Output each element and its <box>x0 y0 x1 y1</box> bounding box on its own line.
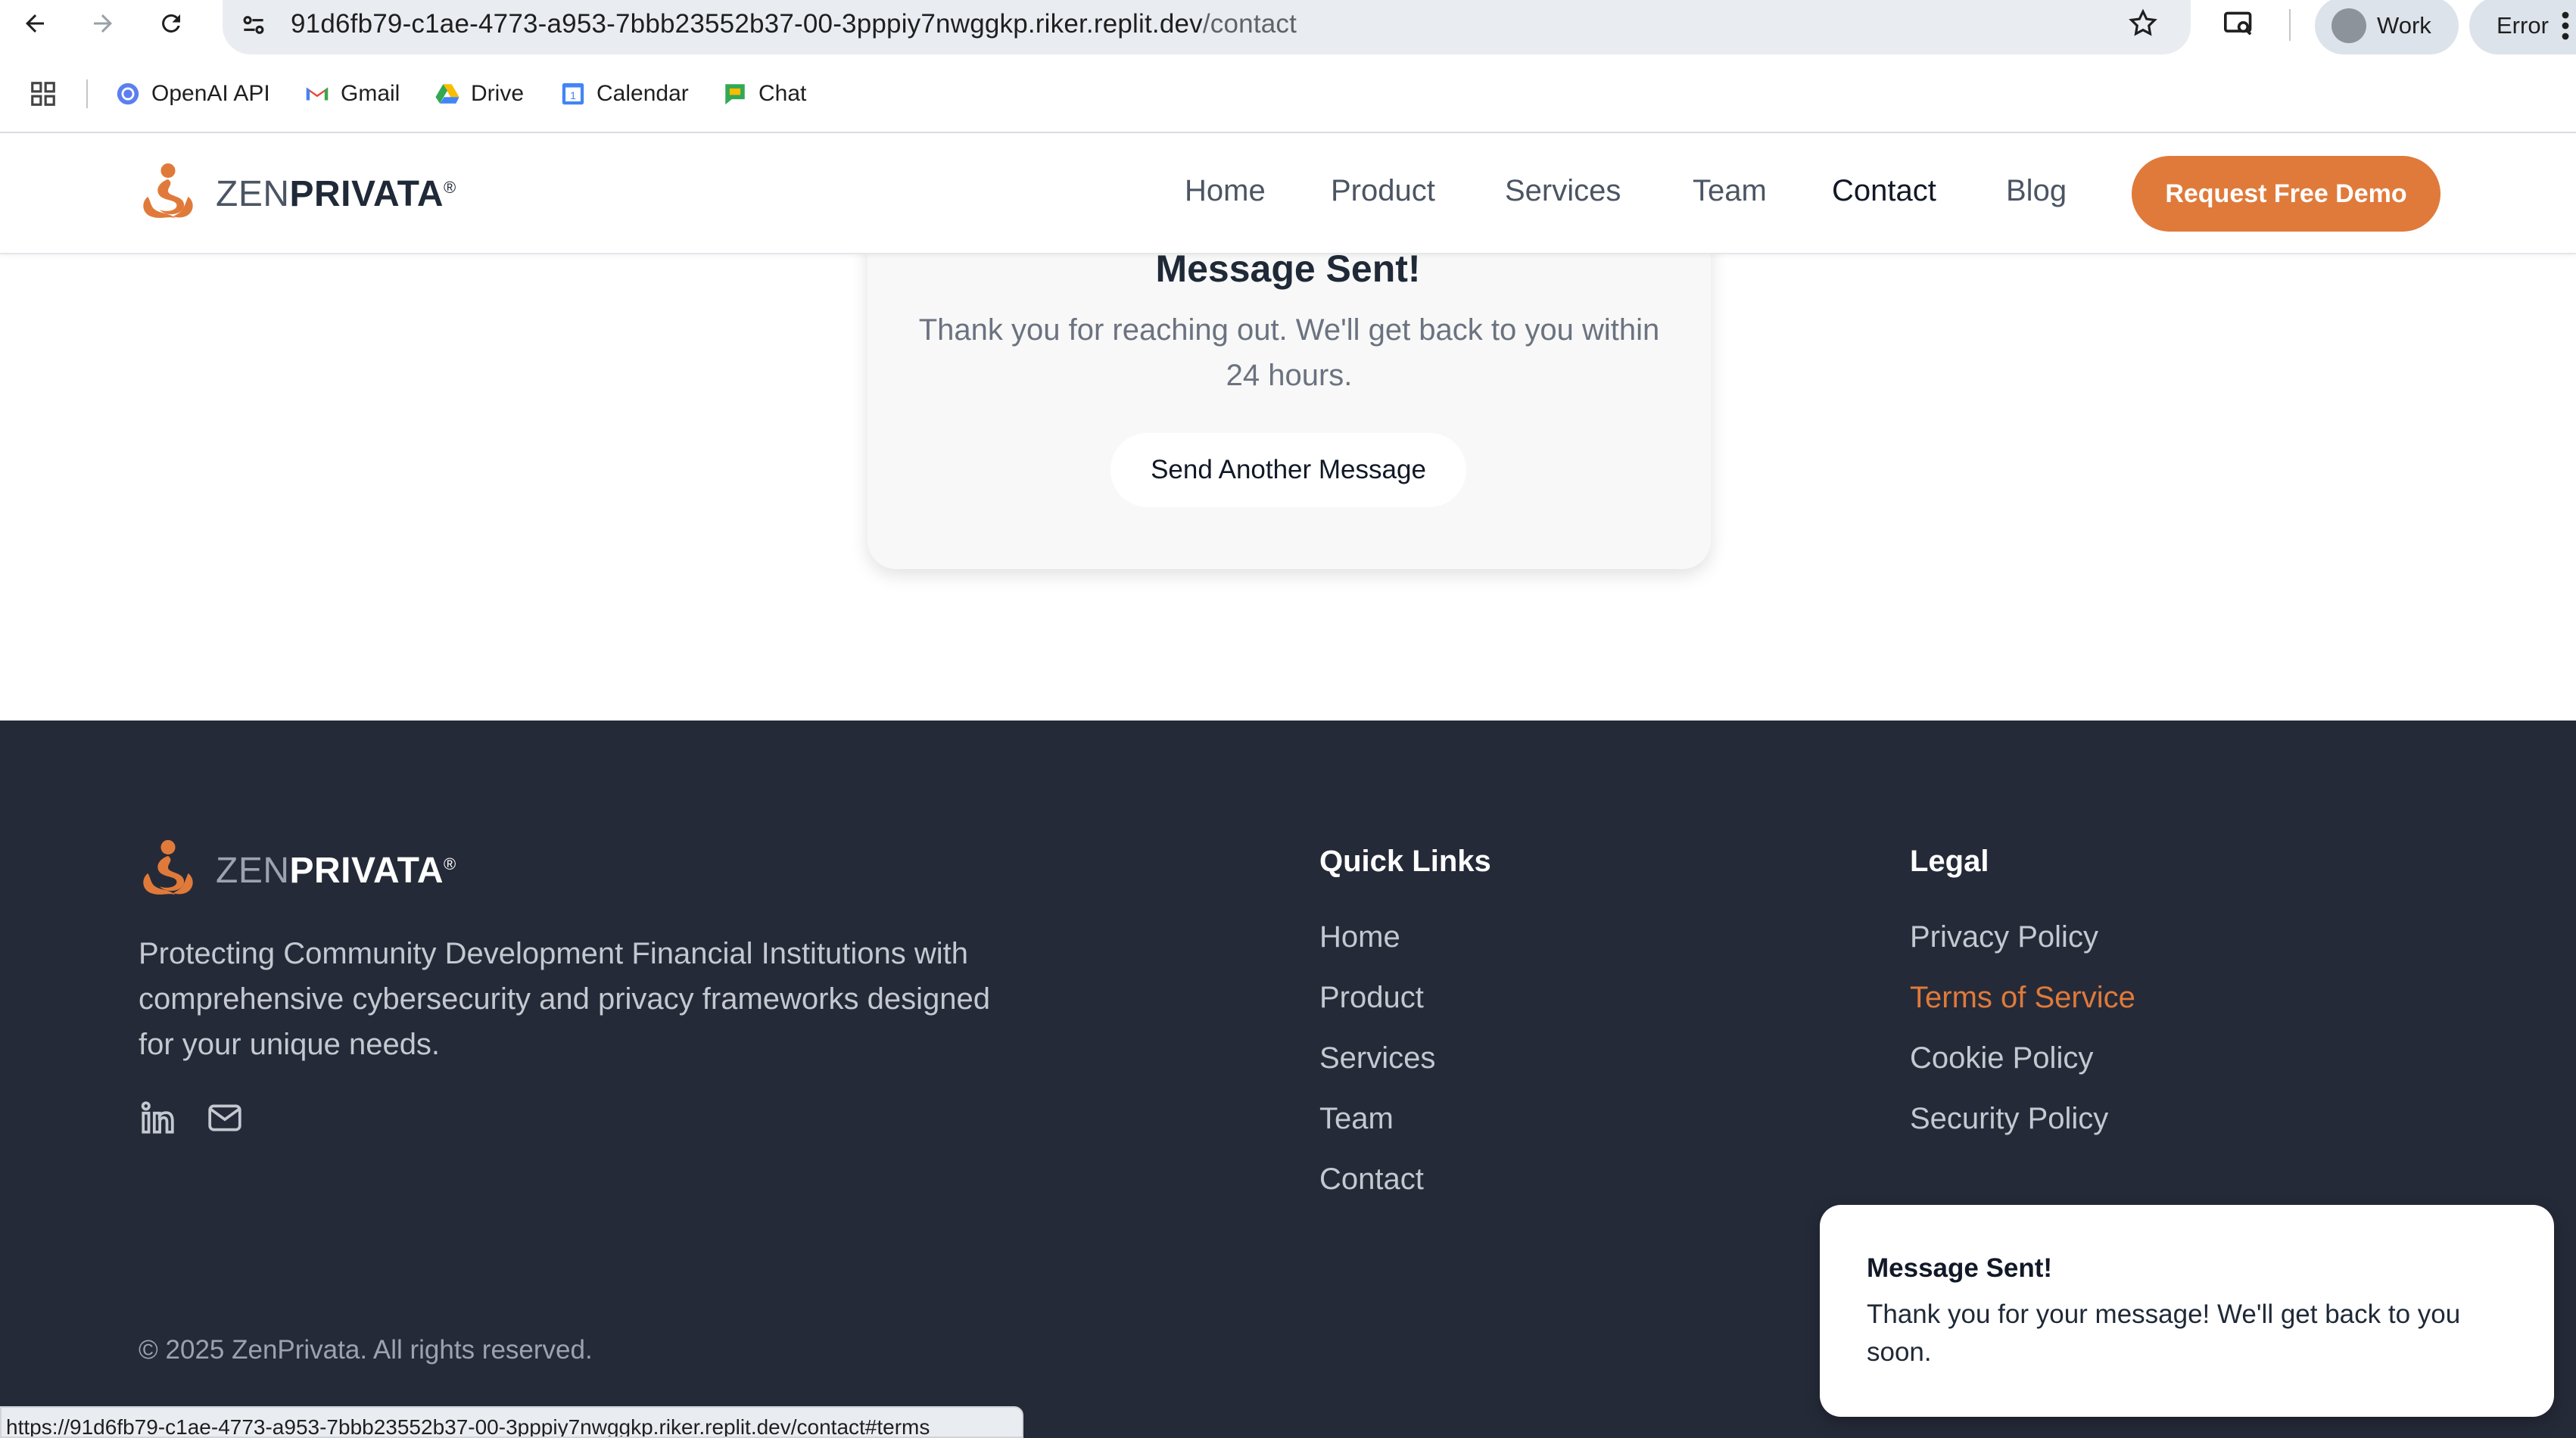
url-text: 91d6fb79-c1ae-4773-a953-7bbb23552b37-00-… <box>291 9 1297 39</box>
footer-link-security-policy[interactable]: Security Policy <box>1910 1102 2108 1136</box>
profile-label: Work <box>2377 12 2431 39</box>
brand-privata: PRIVATA <box>289 850 444 891</box>
footer-logo[interactable]: ZENPRIVATA® <box>139 839 456 902</box>
forward-arrow-icon <box>94 14 112 33</box>
avatar <box>2331 8 2366 43</box>
bookmark-star-icon[interactable] <box>2127 8 2159 39</box>
toast-notification[interactable]: Message Sent! Thank you for your message… <box>1820 1205 2554 1417</box>
copyright-text: © 2025 ZenPrivata. All rights reserved. <box>139 1335 593 1365</box>
nav-contact[interactable]: Contact <box>1832 174 1936 208</box>
footer-link-contact[interactable]: Contact <box>1319 1163 1424 1197</box>
toast-title: Message Sent! <box>1867 1253 2053 1283</box>
brand-privata: PRIVATA <box>289 173 444 214</box>
gmail-icon <box>306 87 329 101</box>
drive-icon <box>435 84 459 104</box>
chat-icon <box>725 84 745 105</box>
lotus-logo-icon <box>143 163 193 219</box>
footer-link-cookie-policy[interactable]: Cookie Policy <box>1910 1041 2093 1075</box>
brand-wordmark: ZENPRIVATA® <box>216 173 456 215</box>
legal-heading: Legal <box>1910 845 1989 878</box>
brand-reg: ® <box>444 177 456 197</box>
bookmarks-bar: OpenAI API Gmail Drive 1 Calendar Chat <box>0 70 2576 116</box>
calendar-icon: 1 <box>562 82 584 105</box>
bookmark-calendar[interactable]: 1 Calendar <box>560 78 689 110</box>
brand-zen: ZEN <box>216 173 290 214</box>
forward-button[interactable] <box>86 7 120 40</box>
reload-button[interactable] <box>154 7 188 40</box>
back-arrow-icon <box>26 14 44 33</box>
bookmark-label: Calendar <box>596 81 689 106</box>
bookmark-label: Gmail <box>341 81 400 106</box>
header-logo[interactable]: ZENPRIVATA® <box>139 162 456 226</box>
error-chip[interactable]: Error <box>2469 0 2576 54</box>
browser-toolbar: 91d6fb79-c1ae-4773-a953-7bbb23552b37-00-… <box>0 0 2576 54</box>
footer-link-terms-of-service[interactable]: Terms of Service <box>1910 981 2135 1015</box>
footer-link-team[interactable]: Team <box>1319 1102 1394 1136</box>
more-vert-icon[interactable] <box>2561 11 2570 41</box>
toolbar-divider <box>2289 9 2291 41</box>
url-path: /contact <box>1202 9 1297 39</box>
nav-product[interactable]: Product <box>1331 174 1435 208</box>
bookmark-label: Drive <box>471 81 525 106</box>
footer-link-home[interactable]: Home <box>1319 920 1400 954</box>
back-button[interactable] <box>18 7 51 40</box>
nav-blog[interactable]: Blog <box>2006 174 2067 208</box>
lotus-logo-icon <box>143 839 193 895</box>
linkedin-icon[interactable] <box>139 1099 176 1137</box>
footer-wordmark: ZENPRIVATA® <box>216 850 456 892</box>
bookmark-label: OpenAI API <box>151 81 270 106</box>
error-label: Error <box>2497 12 2549 39</box>
apps-grid-icon[interactable] <box>29 79 58 108</box>
nav-services[interactable]: Services <box>1505 174 1621 208</box>
confirmation-description: Thank you for reaching out. We'll get ba… <box>918 313 1660 392</box>
bookmarks-divider <box>86 79 88 108</box>
nav-team[interactable]: Team <box>1693 174 1767 208</box>
toast-body: Thank you for your message! We'll get ba… <box>1867 1299 2461 1367</box>
bookmark-drive[interactable]: Drive <box>435 78 524 110</box>
send-another-message-button[interactable]: Send Another Message <box>1110 433 1466 507</box>
url-host: 91d6fb79-c1ae-4773-a953-7bbb23552b37-00-… <box>291 9 1203 39</box>
site-info-icon <box>243 16 264 34</box>
email-icon[interactable] <box>206 1099 244 1137</box>
bookmark-gmail[interactable]: Gmail <box>304 78 400 110</box>
footer-description: Protecting Community Development Financi… <box>139 937 990 1061</box>
site-header: ZENPRIVATA® Home Product Services Team C… <box>0 133 2576 254</box>
brand-reg: ® <box>444 854 456 873</box>
footer-link-product[interactable]: Product <box>1319 981 1424 1015</box>
status-bar-url: https://91d6fb79-c1ae-4773-a953-7bbb2355… <box>0 1406 1023 1438</box>
bookmark-label: Chat <box>758 81 807 106</box>
bookmark-openai[interactable]: OpenAI API <box>115 78 270 110</box>
reload-icon <box>162 14 180 33</box>
openai-icon <box>117 82 139 105</box>
screen-search-icon[interactable] <box>2222 9 2256 39</box>
svg-text:1: 1 <box>570 90 576 102</box>
bookmark-chat[interactable]: Chat <box>722 78 806 110</box>
footer-link-privacy-policy[interactable]: Privacy Policy <box>1910 920 2098 954</box>
footer-link-services[interactable]: Services <box>1319 1041 1435 1075</box>
quick-links-heading: Quick Links <box>1319 845 1491 878</box>
nav-home[interactable]: Home <box>1185 174 1266 208</box>
profile-chip[interactable]: Work <box>2315 0 2459 54</box>
brand-zen: ZEN <box>216 850 290 891</box>
request-demo-button[interactable]: Request Free Demo <box>2132 156 2441 232</box>
